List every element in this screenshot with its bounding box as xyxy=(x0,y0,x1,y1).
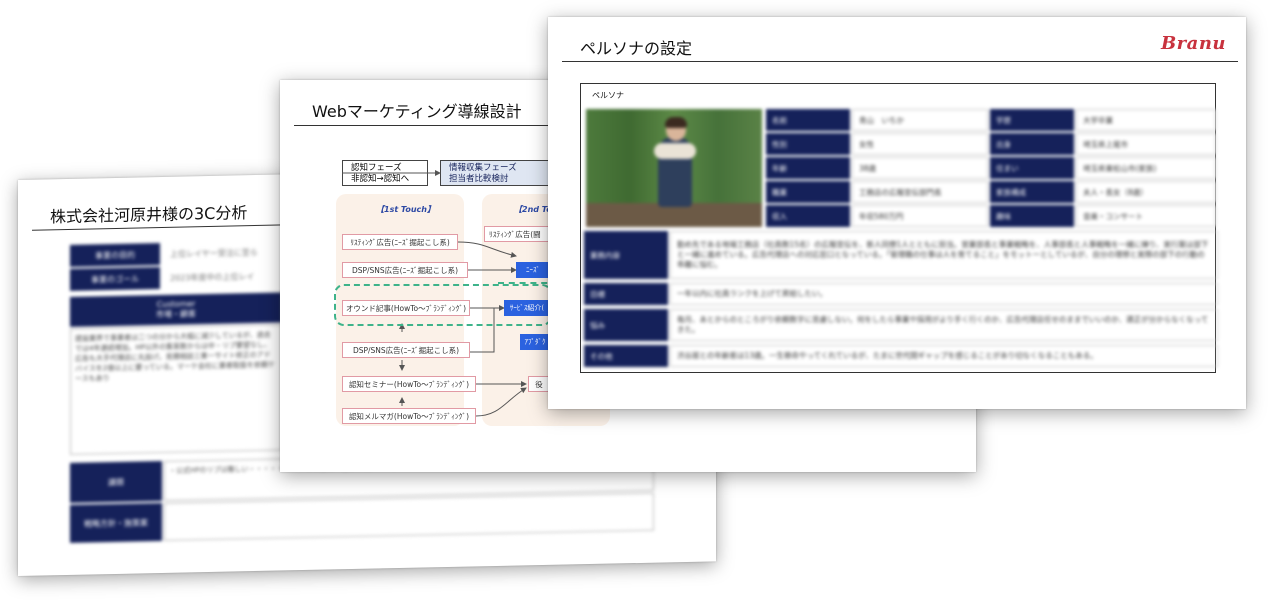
row-value-goal: 一年以内に社員ランクを上げて昇給したい。 xyxy=(670,283,1218,305)
photo-shirt xyxy=(654,143,696,159)
grid-value-age: 38歳 xyxy=(852,157,988,179)
grid-label-hometown: 出身 xyxy=(990,133,1074,155)
flow-role[interactable]: 役 xyxy=(528,376,550,392)
flow-needs[interactable]: ﾆｰｽﾞ xyxy=(516,262,550,278)
flow-listing-ad[interactable]: ﾘｽﾃｨﾝｸﾞ広告(ﾆｰｽﾞ掘起こし系) xyxy=(342,234,458,250)
grid-label-name: 名前 xyxy=(766,109,850,131)
customer-header: Customer 市場・顧客 xyxy=(70,292,282,327)
flow-approach[interactable]: ｱﾌﾟﾀﾞｸ xyxy=(520,334,550,350)
grid-value-education: 大学卒業 xyxy=(1076,109,1216,131)
purpose-label: 事業の目的 xyxy=(70,243,160,267)
grid-label-residence: 住まい xyxy=(990,157,1074,179)
grid-value-name: 青山 いちか xyxy=(852,109,988,131)
flow-dsp-ad-2[interactable]: DSP/SNS広告(ﾆｰｽﾞ掘起こし系) xyxy=(342,342,470,358)
customer-header-sub: 市場・顧客 xyxy=(156,309,196,320)
slide-persona[interactable]: ペルソナの設定 Branu ペルソナ 名前 青山 いちか 学歴 大学卒業 性別 … xyxy=(548,17,1246,409)
grid-value-residence: 埼玉県東松山市(家族) xyxy=(1076,157,1216,179)
issue-label: 課題 xyxy=(70,460,162,503)
grid-label-family: 家族構成 xyxy=(990,181,1074,203)
grid-value-family: 夫人・長女（8歳） xyxy=(1076,181,1216,203)
flow-service-intro[interactable]: ｻｰﾋﾞｽ紹介( xyxy=(504,300,550,316)
row-label-other: その他 xyxy=(584,345,668,367)
flow-listing-ad-2[interactable]: ﾘｽﾃｨﾝｸﾞ広告(闘 xyxy=(484,226,550,242)
row-value-work: 勤め先である地場工務店（社員数15名）の広報宣伝を、新人同僚1人とともに担当。営… xyxy=(670,231,1218,279)
grid-label-gender: 性別 xyxy=(766,133,850,155)
grid-value-gender: 女性 xyxy=(852,133,988,155)
persona-photo xyxy=(586,109,762,227)
slide-3c-title: 株式会社河原井様の3C分析 xyxy=(50,203,248,227)
grid-label-occupation: 職業 xyxy=(766,181,850,203)
row-label-work: 業務内容 xyxy=(584,231,668,279)
goal-label: 事業のゴール xyxy=(70,267,160,291)
grid-value-occupation: 工務店の広報宣伝部門長 xyxy=(852,181,988,203)
slide-persona-title: ペルソナの設定 xyxy=(580,39,693,58)
grid-label-hobby: 趣味 xyxy=(990,205,1074,227)
grid-value-hometown: 埼玉県上尾市 xyxy=(1076,133,1216,155)
row-value-other: 渋谷居との年齢差は13歳。一生懸命やってくれているが、たまに世代間ギャップを感じ… xyxy=(670,345,1218,367)
title-divider xyxy=(562,61,1238,62)
photo-hair xyxy=(665,117,687,128)
flow-awareness-mailmag[interactable]: 認知メルマガ(HowTo～ﾌﾞﾗﾝﾃﾞｨﾝｸﾞ) xyxy=(342,408,476,424)
grid-label-income: 収入 xyxy=(766,205,850,227)
grid-value-hobby: 音楽・コンサート xyxy=(1076,205,1216,227)
flow-awareness-seminar[interactable]: 認知セミナー(HowTo～ﾌﾞﾗﾝﾃﾞｨﾝｸﾞ) xyxy=(342,376,476,392)
flow-dsp-ad-1[interactable]: DSP/SNS広告(ﾆｰｽﾞ掘起こし系) xyxy=(342,262,468,278)
purpose-value: 上位レイヤー受注に至ら xyxy=(170,247,258,259)
customer-body: 建設業界で事業者は二つの分から大幅に減少しているが、過去では4年連続増加。HP以… xyxy=(70,324,282,455)
grid-label-age: 年齢 xyxy=(766,157,850,179)
flow-owned-article[interactable]: オウンド記事(HowTo～ﾌﾞﾗﾝﾃﾞｨﾝｸﾞ) xyxy=(342,300,470,316)
row-label-goal: 目標 xyxy=(584,283,668,305)
strategy-label: 戦略方針・施策案 xyxy=(70,502,162,543)
strategy-value xyxy=(164,492,654,541)
row-value-worries: 毎月、あとからのところがり依頼数字に苦慮しない。何をしたら事業や採用がより手く行… xyxy=(670,309,1218,341)
grid-label-education: 学歴 xyxy=(990,109,1074,131)
goal-value: 2023年度中の上位レイ xyxy=(170,271,255,283)
branu-logo: Branu xyxy=(1160,33,1226,54)
grid-value-income: 年収580万円 xyxy=(852,205,988,227)
row-label-worries: 悩み xyxy=(584,309,668,341)
persona-frame-label: ペルソナ xyxy=(592,91,624,100)
